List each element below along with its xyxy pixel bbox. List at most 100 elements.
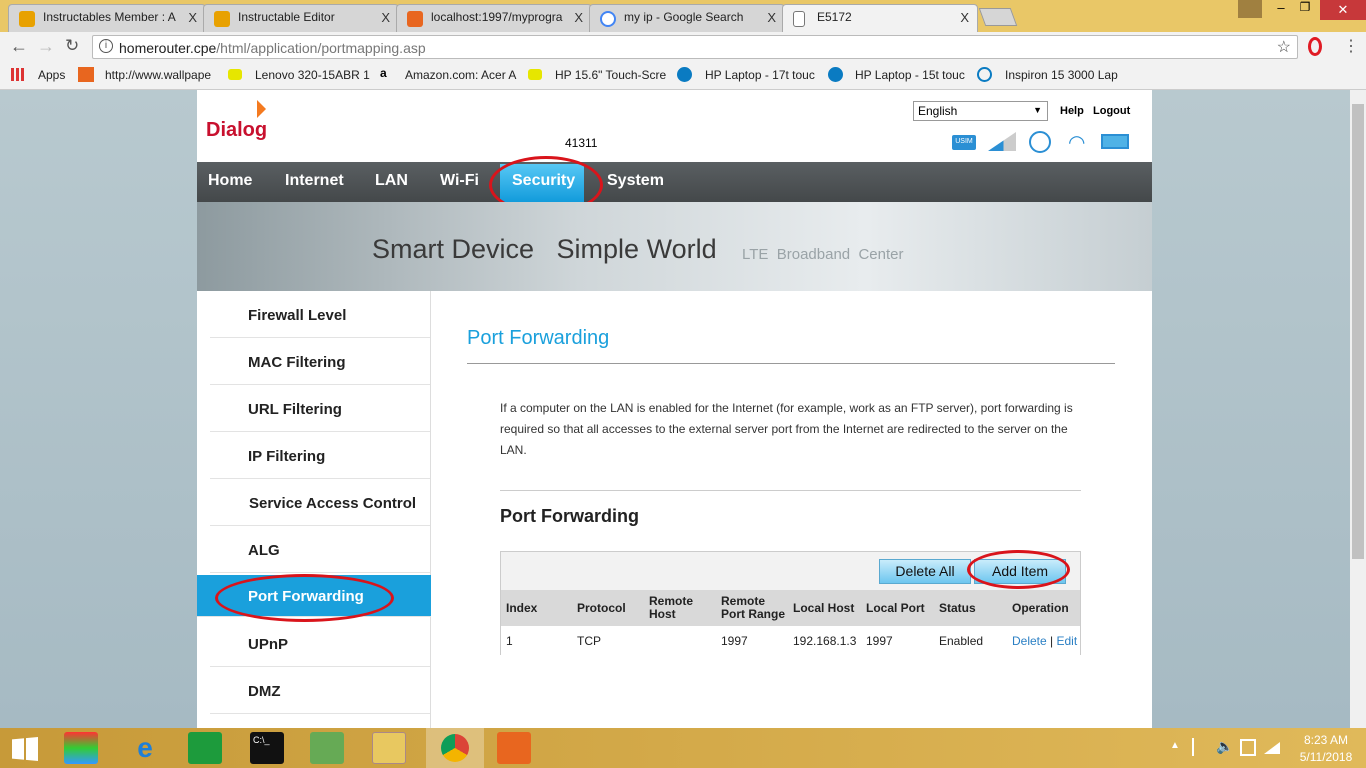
url-host: homerouter.cpe xyxy=(119,40,217,56)
header-operation: Operation xyxy=(1007,590,1080,626)
hp-icon xyxy=(677,67,692,82)
volume-icon[interactable]: 🔈 xyxy=(1216,738,1233,755)
url-path: /html/application/portmapping.asp xyxy=(216,40,426,56)
close-window-icon[interactable]: ✕ xyxy=(1320,0,1366,20)
menu-icon[interactable]: ⋮ xyxy=(1343,36,1359,56)
scrollbar-thumb[interactable] xyxy=(1352,104,1364,559)
header-local-port: Local Port xyxy=(861,590,934,626)
dialog-logo: Dialog xyxy=(206,119,268,141)
tab-favicon-icon xyxy=(407,11,423,27)
sidebar-item-url-filtering[interactable]: URL Filtering xyxy=(210,385,430,432)
start-windows-icon[interactable] xyxy=(12,737,38,761)
address-bar[interactable]: i homerouter.cpe/html/application/portmap… xyxy=(92,35,1298,59)
forward-icon[interactable]: → xyxy=(37,36,55,57)
tab-close-icon[interactable]: X xyxy=(574,10,583,25)
sidebar-item-service-access-control[interactable]: Service Access Control xyxy=(210,479,430,526)
cell-local-host: 192.168.1.3 xyxy=(793,634,857,648)
minimize-icon[interactable]: ‒ xyxy=(1270,0,1292,18)
description-text: If a computer on the LAN is enabled for … xyxy=(500,401,1073,457)
delete-link[interactable]: Delete xyxy=(1012,634,1047,648)
cell-remote-host xyxy=(644,626,716,656)
bookmark-inspiron[interactable]: Inspiron 15 3000 Lap xyxy=(1005,68,1118,82)
tab-localhost[interactable]: localhost:1997/myprogra X xyxy=(396,4,592,32)
chrome-taskbar-button[interactable] xyxy=(426,728,484,768)
sidebar-item-firewall-level[interactable]: Firewall Level xyxy=(210,291,430,338)
logout-link[interactable]: Logout xyxy=(1093,105,1130,117)
sidebar-item-upnp[interactable]: UPnP xyxy=(210,620,430,667)
v5-icon xyxy=(78,67,94,82)
bookmark-hp-17t[interactable]: HP Laptop - 17t touc xyxy=(705,68,815,82)
nav-lan[interactable]: LAN xyxy=(375,172,408,190)
cell-protocol: TCP xyxy=(577,634,601,648)
bluestacks-icon[interactable] xyxy=(64,732,98,764)
tab-close-icon[interactable]: X xyxy=(960,10,969,25)
file-explorer-icon[interactable] xyxy=(372,732,406,764)
dell-icon xyxy=(977,67,992,82)
cell-operation: Delete | Edit xyxy=(1007,626,1080,656)
nav-wifi[interactable]: Wi-Fi xyxy=(440,172,479,190)
tab-instructable-editor[interactable]: Instructable Editor X xyxy=(203,4,399,32)
table-header-row: Index Protocol Remote Host Remote Port R… xyxy=(501,590,1080,626)
sidebar-item-dmz[interactable]: DMZ xyxy=(210,667,430,714)
tab-close-icon[interactable]: X xyxy=(381,10,390,25)
bookmark-amazon[interactable]: Amazon.com: Acer A xyxy=(405,68,516,82)
maximize-icon[interactable]: ❐ xyxy=(1294,0,1316,18)
sidebar-item-ip-filtering[interactable]: IP Filtering xyxy=(210,432,430,479)
tab-close-icon[interactable]: X xyxy=(188,10,197,25)
back-icon[interactable]: ← xyxy=(10,36,28,57)
section-title: Port Forwarding xyxy=(500,506,639,526)
tab-instructables-member[interactable]: Instructables Member : A X xyxy=(8,4,206,32)
bookmark-hp-15t[interactable]: HP Laptop - 15t touc xyxy=(855,68,965,82)
nav-system[interactable]: System xyxy=(607,172,664,190)
nav-internet[interactable]: Internet xyxy=(285,172,344,190)
help-link[interactable]: Help xyxy=(1060,105,1084,117)
bookmark-lenovo[interactable]: Lenovo 320-15ABR 1 xyxy=(255,68,370,82)
usim-icon: USIM xyxy=(952,135,976,150)
bookmark-hp-touch[interactable]: HP 15.6" Touch-Scre xyxy=(555,68,666,82)
tab-title: localhost:1997/myprogra xyxy=(431,10,563,24)
reload-icon[interactable]: ↻ xyxy=(65,36,79,56)
wifi-icon: ◠ xyxy=(1068,132,1086,154)
power-icon[interactable] xyxy=(1240,739,1256,756)
show-hidden-icons[interactable]: ▲ xyxy=(1170,740,1180,751)
bookmark-apps[interactable]: Apps xyxy=(38,68,65,82)
dropdown-arrow-icon: ▼ xyxy=(1033,105,1042,115)
sidebar-item-alg[interactable]: ALG xyxy=(210,526,430,573)
language-select[interactable]: English ▼ xyxy=(913,101,1048,121)
edit-link[interactable]: Edit xyxy=(1057,634,1078,648)
cmd-icon[interactable]: C:\_ xyxy=(250,732,284,764)
tab-favicon-icon xyxy=(214,11,230,27)
sidebar-item-mac-filtering[interactable]: MAC Filtering xyxy=(210,338,430,385)
delete-all-button[interactable]: Delete All xyxy=(879,559,971,584)
bookmark-wallpaper[interactable]: http://www.wallpape xyxy=(105,68,211,82)
header-remote-host: Remote Host xyxy=(644,590,716,626)
tab-google-search[interactable]: my ip - Google Search X xyxy=(589,4,785,32)
nav-home[interactable]: Home xyxy=(208,172,252,190)
tab-e5172[interactable]: E5172 X xyxy=(782,4,978,32)
action-center-flag-icon[interactable] xyxy=(1192,738,1206,756)
cell-index: 1 xyxy=(506,634,513,648)
tab-title: my ip - Google Search xyxy=(624,10,744,24)
bookmark-star-icon[interactable]: ☆ xyxy=(1277,37,1291,57)
opera-icon[interactable] xyxy=(1308,37,1322,56)
user-icon[interactable] xyxy=(1238,0,1262,18)
clock-time: 8:23 AM xyxy=(1303,733,1349,747)
internet-globe-icon xyxy=(1029,131,1051,153)
header-status: Status xyxy=(934,590,1007,626)
app-icon[interactable] xyxy=(310,732,344,764)
new-tab-button[interactable] xyxy=(978,8,1018,26)
logo-mark-icon xyxy=(257,100,266,118)
page-title: Port Forwarding xyxy=(467,327,610,349)
banner-slogan: Smart Device Simple World xyxy=(372,234,717,264)
separator: | xyxy=(1050,634,1054,648)
internet-explorer-icon[interactable]: e xyxy=(128,732,162,764)
clock[interactable]: 8:23 AM 5/11/2018 xyxy=(1298,733,1354,764)
chrome-icon xyxy=(441,734,469,762)
tab-favicon-icon xyxy=(19,11,35,27)
store-icon[interactable] xyxy=(188,732,222,764)
xampp-icon[interactable] xyxy=(497,732,531,764)
tab-title: Instructables Member : A xyxy=(43,10,176,24)
hp-icon xyxy=(828,67,843,82)
tab-close-icon[interactable]: X xyxy=(767,10,776,25)
title-divider xyxy=(467,363,1115,364)
